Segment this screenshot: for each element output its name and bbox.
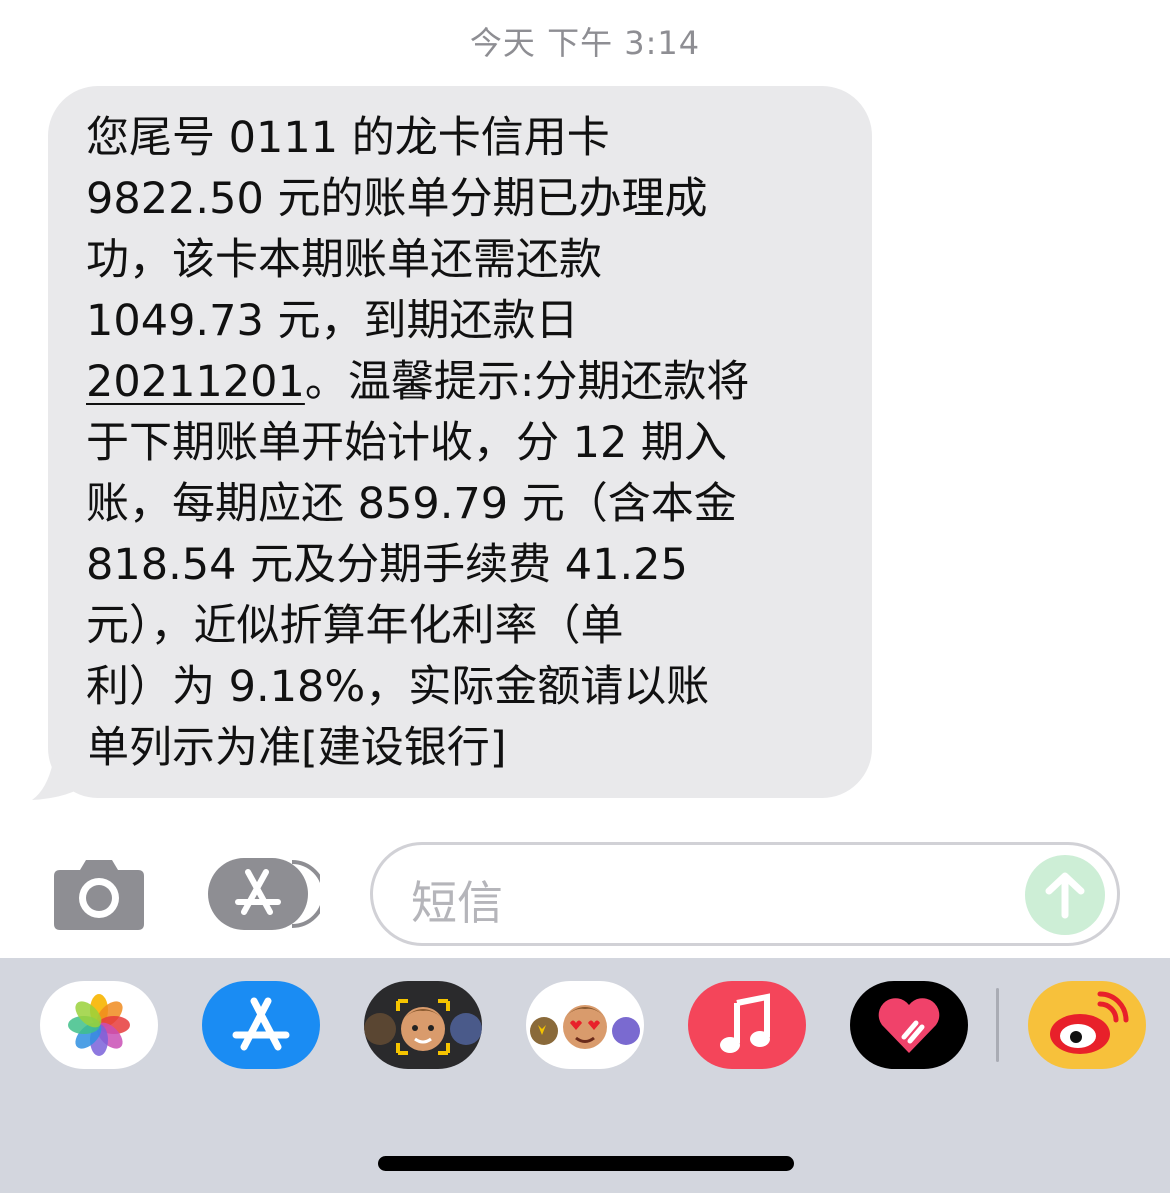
app-store-icon[interactable] [208,858,320,930]
message-bubble[interactable]: 您尾号 0111 的龙卡信用卡 9822.50 元的账单分期已办理成 功，该卡本… [48,86,872,798]
message-line: 利）为 9.18%，实际金额请以账 [86,662,710,712]
weibo-app-icon[interactable] [1028,981,1146,1069]
date-link[interactable]: 20211201 [86,357,305,407]
app-store-app-icon[interactable] [202,981,320,1069]
message-line: 818.54 元及分期手续费 41.25 [86,540,688,590]
memoji-camera-app-icon[interactable] [364,981,482,1069]
message-line: 元），近似折算年化利率（单 [86,601,624,651]
send-button[interactable] [1025,855,1105,935]
message-line: 20211201。温馨提示:分期还款将 [86,352,848,413]
input-placeholder: 短信 [411,876,503,930]
message-line: 功，该卡本期账单还需还款 [86,235,602,285]
message-line: 1049.73 元，到期还款日 [86,296,579,346]
message-line: 账，每期应还 859.79 元（含本金 [86,479,737,529]
message-line: 单列示为准[建设银行] [86,723,507,773]
message-text: 。温馨提示:分期还款将 [304,357,750,407]
camera-icon[interactable] [54,858,144,930]
arrow-up-icon [1045,872,1085,919]
tray-divider [996,988,999,1062]
digital-touch-app-icon[interactable] [850,981,968,1069]
message-line: 您尾号 0111 的龙卡信用卡 [86,113,610,163]
home-indicator[interactable] [378,1156,794,1171]
message-line: 9822.50 元的账单分期已办理成 [86,174,708,224]
bubble-tail [32,742,90,800]
music-app-icon[interactable] [688,981,806,1069]
message-timestamp: 今天 下午 3:14 [469,24,701,62]
message-line: 于下期账单开始计收，分 12 期入 [86,418,728,468]
photos-app-icon[interactable] [40,981,158,1069]
memoji-stickers-app-icon[interactable] [526,981,644,1069]
message-input[interactable]: 短信 [370,842,1120,946]
